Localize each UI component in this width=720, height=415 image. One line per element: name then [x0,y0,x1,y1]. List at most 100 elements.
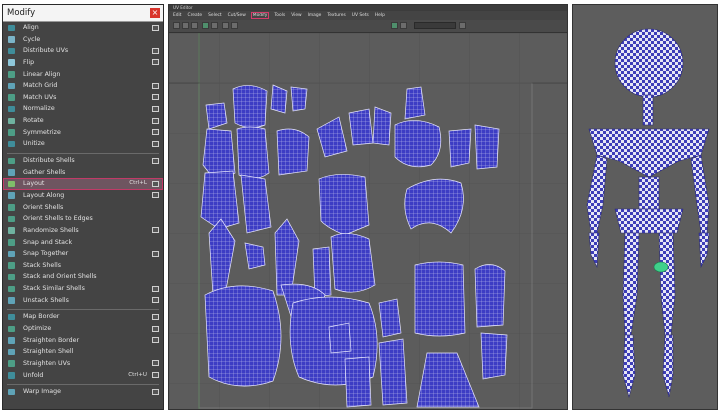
settings-icon[interactable] [459,22,466,29]
option-box-icon[interactable] [152,250,159,257]
uv-search-field[interactable] [414,22,456,29]
option-box-icon[interactable] [152,180,159,187]
filter-icon[interactable] [400,22,407,29]
option-box-icon[interactable] [152,140,159,147]
option-box-icon[interactable] [152,227,159,234]
option-box-icon[interactable] [152,325,159,332]
uv-menu-tools[interactable]: Tools [274,13,285,18]
optimize-icon [8,325,15,333]
menu-item-orient-shells[interactable]: Orient Shells [3,202,163,214]
model-left-leg [622,232,640,336]
menu-item-distribute-uvs[interactable]: Distribute UVs [3,45,163,57]
grid-icon[interactable] [231,22,238,29]
option-box-icon[interactable] [152,105,159,112]
option-box-icon[interactable] [152,285,159,292]
orient-shells-to-edges-icon [8,215,15,223]
option-box-icon[interactable] [152,117,159,124]
symmetrize-icon [8,129,15,136]
model-pelvis [614,208,684,234]
model-selected-shell [653,261,669,273]
menu-item-straighten-uvs[interactable]: Straighten UVs [3,358,163,370]
display-toggle-icon[interactable] [391,22,398,29]
uv-shell-icon[interactable] [202,22,209,29]
menu-item-label: Layout Along [23,191,65,199]
checker-icon[interactable] [211,22,218,29]
menu-item-match-grid[interactable]: Match Grid [3,80,163,92]
menu-item-map-border[interactable]: Map Border [3,311,163,323]
menu-separator [7,151,159,155]
uv-menu-image[interactable]: Image [308,13,322,18]
menu-item-normalize[interactable]: Normalize [3,103,163,115]
option-box-icon[interactable] [152,313,159,320]
menu-item-stack-shells[interactable]: Stack Shells [3,260,163,272]
option-box-icon[interactable] [152,337,159,344]
uv-layout-canvas[interactable] [169,33,568,410]
rotate-tool-icon[interactable] [191,22,198,29]
option-box-icon[interactable] [152,82,159,89]
menu-item-cycle[interactable]: Cycle [3,34,163,46]
menu-item-linear-align[interactable]: Linear Align [3,69,163,81]
menu-item-orient-shells-to-edges[interactable]: Orient Shells to Edges [3,213,163,225]
menu-item-stack-and-orient-shells[interactable]: Stack and Orient Shells [3,271,163,283]
menu-item-label: Distribute UVs [23,47,69,55]
menu-item-snap-and-stack[interactable]: Snap and Stack [3,237,163,249]
move-tool-icon[interactable] [182,22,189,29]
option-box-icon[interactable] [152,372,159,379]
viewport-3d[interactable] [572,4,718,410]
menu-item-unstack-shells[interactable]: Unstack Shells [3,295,163,307]
option-box-icon[interactable] [152,388,159,395]
menu-item-flip[interactable]: Flip [3,57,163,69]
option-box-icon[interactable] [152,47,159,54]
uv-menu-edit[interactable]: Edit [173,13,182,18]
menu-item-stack-similar-shells[interactable]: Stack Similar Shells [3,283,163,295]
menu-item-straighten-border[interactable]: Straighten Border [3,335,163,347]
uv-menu-textures[interactable]: Textures [327,13,345,18]
uv-editor-toolbar [169,20,567,33]
model-left-arm [586,154,608,234]
menu-item-layout-along[interactable]: Layout Along [3,190,163,202]
option-box-icon[interactable] [152,192,159,199]
select-tool-icon[interactable] [173,22,180,29]
option-box-icon[interactable] [152,59,159,66]
menu-item-rotate[interactable]: Rotate [3,115,163,127]
image-icon[interactable] [222,22,229,29]
menu-item-label: Optimize [23,325,52,333]
menu-item-unfold[interactable]: Unfold Ctrl+U [3,370,163,382]
menu-item-optimize[interactable]: Optimize [3,323,163,335]
menu-item-align[interactable]: Align [3,22,163,34]
uv-menu-modify[interactable]: Modify [250,12,270,19]
option-box-icon[interactable] [152,157,159,164]
menu-item-distribute-shells[interactable]: Distribute Shells [3,155,163,167]
uv-menu-select[interactable]: Select [208,13,222,18]
menu-item-label: Snap Together [23,250,69,258]
menu-item-label: Orient Shells [23,203,64,211]
flip-icon [8,59,15,66]
option-box-icon[interactable] [152,360,159,367]
model-left-foot [622,334,636,399]
menu-item-unitize[interactable]: Unitize [3,138,163,150]
menu-item-gather-shells[interactable]: Gather Shells [3,167,163,179]
menu-item-label: Gather Shells [23,168,66,176]
option-box-icon[interactable] [152,24,159,31]
close-icon[interactable]: × [150,8,160,18]
uv-menu-cut-sew[interactable]: Cut/Sew [228,13,246,18]
uv-menu-view[interactable]: View [291,13,301,18]
menu-item-straighten-shell[interactable]: Straighten Shell [3,346,163,358]
uv-viewport[interactable] [169,33,568,410]
shortcut-label: Ctrl+L [129,180,147,187]
menu-item-symmetrize[interactable]: Symmetrize [3,127,163,139]
option-box-icon[interactable] [152,129,159,136]
uv-menu-create[interactable]: Create [188,13,203,18]
uv-menu-help[interactable]: Help [375,13,385,18]
menu-item-snap-together[interactable]: Snap Together [3,248,163,260]
straighten-uvs-icon [8,360,15,367]
menu-item-match-uvs[interactable]: Match UVs [3,92,163,104]
menu-item-randomize-shells[interactable]: Randomize Shells [3,225,163,237]
option-box-icon[interactable] [152,94,159,101]
uv-menu-uv-sets[interactable]: UV Sets [352,13,369,18]
menu-item-warp-image[interactable]: Warp Image [3,386,163,398]
menu-item-layout[interactable]: Layout Ctrl+L [3,178,163,190]
option-box-icon[interactable] [152,297,159,304]
menu-item-label: Unfold [23,371,44,379]
menu-item-label: Map Border [23,313,60,321]
